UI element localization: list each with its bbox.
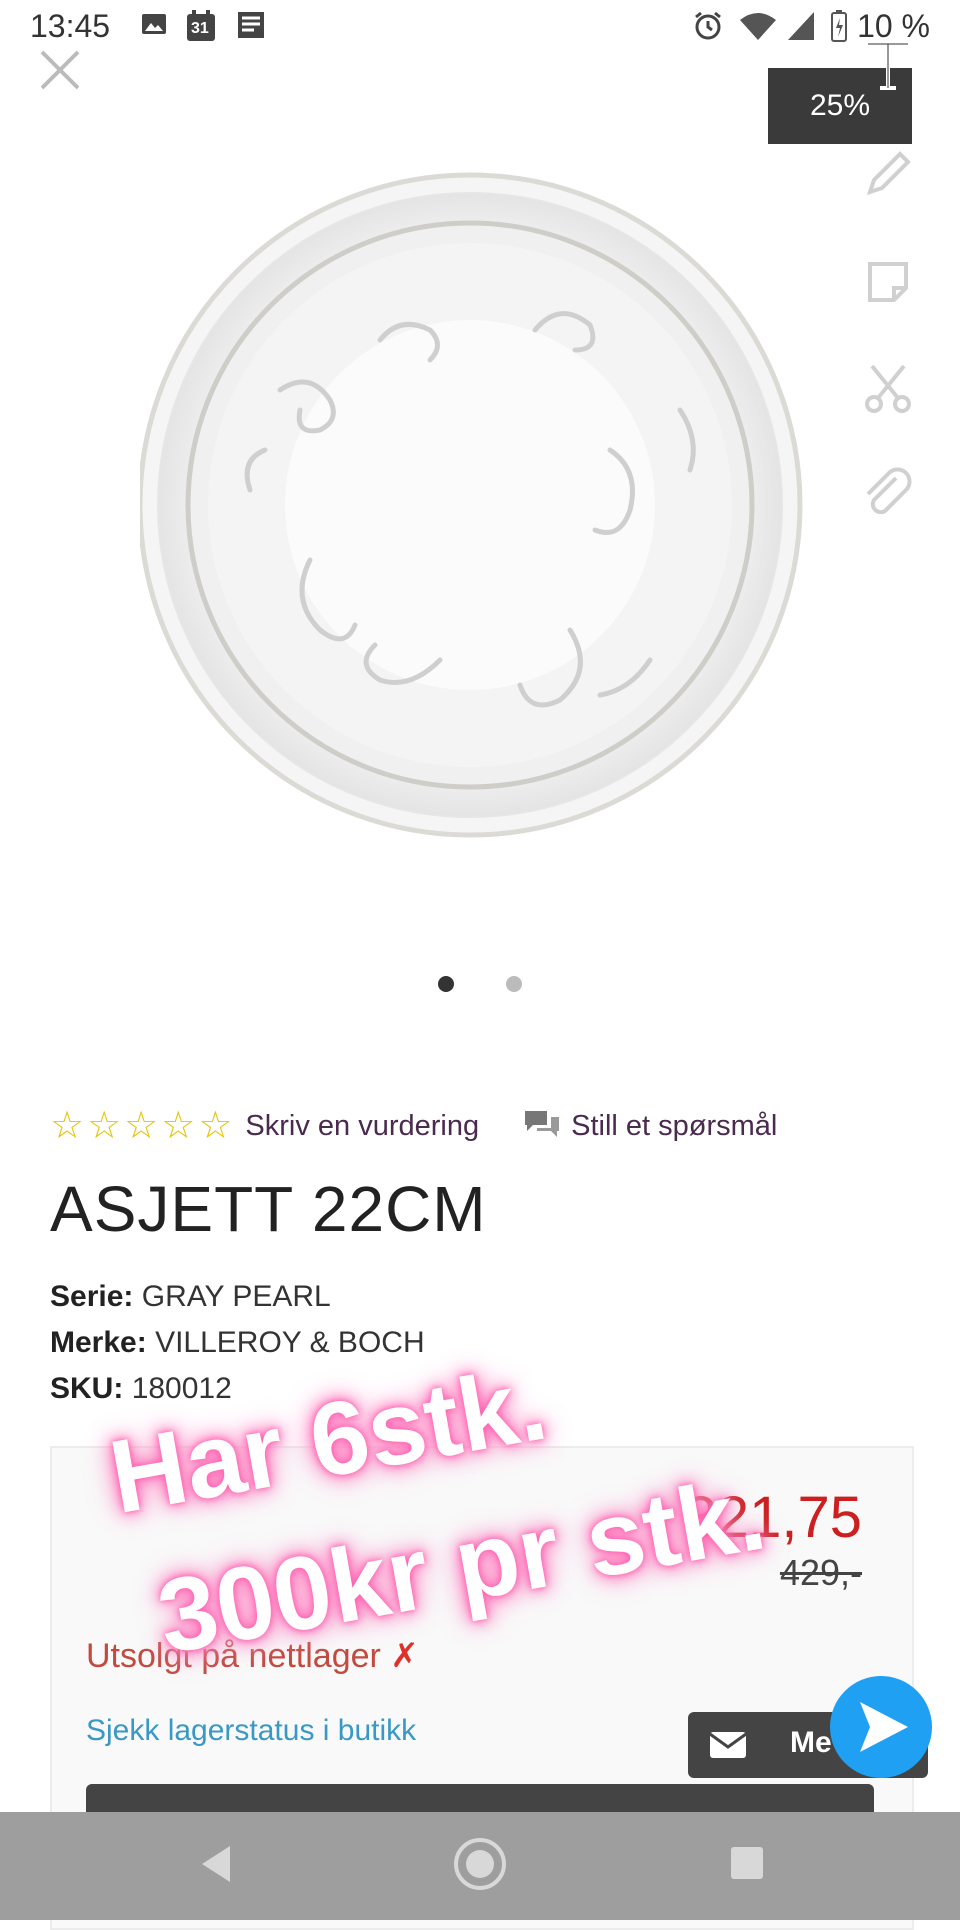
series-row: Serie: GRAY PEARL [50, 1280, 331, 1314]
scissors-icon[interactable] [860, 360, 916, 416]
star-icon[interactable]: ☆ [87, 1107, 121, 1145]
send-button[interactable] [830, 1676, 932, 1778]
write-review-link[interactable]: Skriv en vurdering [245, 1110, 479, 1143]
paperclip-icon[interactable] [860, 464, 916, 520]
product-title: ASJETT 22CM [50, 1173, 487, 1245]
gallery-icon [140, 10, 168, 43]
sticker-icon[interactable] [860, 254, 916, 310]
wifi-icon [738, 10, 778, 47]
star-icon[interactable]: ☆ [124, 1107, 158, 1145]
signal-icon [786, 10, 816, 47]
text-tool-icon[interactable] [860, 36, 916, 92]
battery-icon [830, 10, 848, 47]
old-price: 429,- [779, 1552, 862, 1593]
news-icon [236, 10, 268, 45]
navigation-bar [0, 1812, 960, 1920]
carousel-dots [0, 974, 960, 994]
soldout-mark: ✗ [390, 1637, 419, 1675]
star-icon[interactable]: ☆ [161, 1107, 195, 1145]
status-bar: 13:45 31 10 % [0, 0, 960, 54]
carousel-dot-2[interactable] [506, 976, 522, 992]
rating-row: ☆ ☆ ☆ ☆ ☆ Skriv en vurdering Still et sp… [50, 1100, 777, 1152]
check-stock-link[interactable]: Sjekk lagerstatus i butikk [86, 1714, 416, 1748]
carousel-dot-1[interactable] [438, 976, 454, 992]
close-icon[interactable] [38, 48, 82, 92]
series-label: Serie: [50, 1280, 134, 1313]
series-value[interactable]: GRAY PEARL [142, 1280, 331, 1313]
chat-bubbles-icon [523, 1109, 561, 1144]
sku-label: SKU: [50, 1372, 124, 1405]
status-time: 13:45 [30, 8, 111, 44]
brand-value[interactable]: VILLEROY & BOCH [155, 1326, 425, 1359]
product-image[interactable] [137, 160, 820, 860]
ask-question-link[interactable]: Still et spørsmål [571, 1110, 777, 1143]
calendar-day: 31 [191, 20, 209, 37]
alarm-icon [692, 10, 724, 47]
star-icon[interactable]: ☆ [198, 1107, 232, 1145]
envelope-icon [688, 1712, 768, 1778]
back-icon[interactable] [196, 1842, 236, 1891]
calendar-icon: 31 [186, 10, 216, 47]
sku-row: SKU: 180012 [50, 1372, 232, 1406]
star-icon[interactable]: ☆ [50, 1107, 84, 1145]
recents-icon[interactable] [728, 1844, 766, 1887]
home-icon[interactable] [452, 1836, 508, 1897]
brand-row: Merke: VILLEROY & BOCH [50, 1326, 425, 1360]
pencil-icon[interactable] [860, 146, 916, 202]
send-arrow-icon [860, 1702, 908, 1752]
chat-label: Me [790, 1726, 832, 1759]
brand-label: Merke: [50, 1326, 147, 1359]
